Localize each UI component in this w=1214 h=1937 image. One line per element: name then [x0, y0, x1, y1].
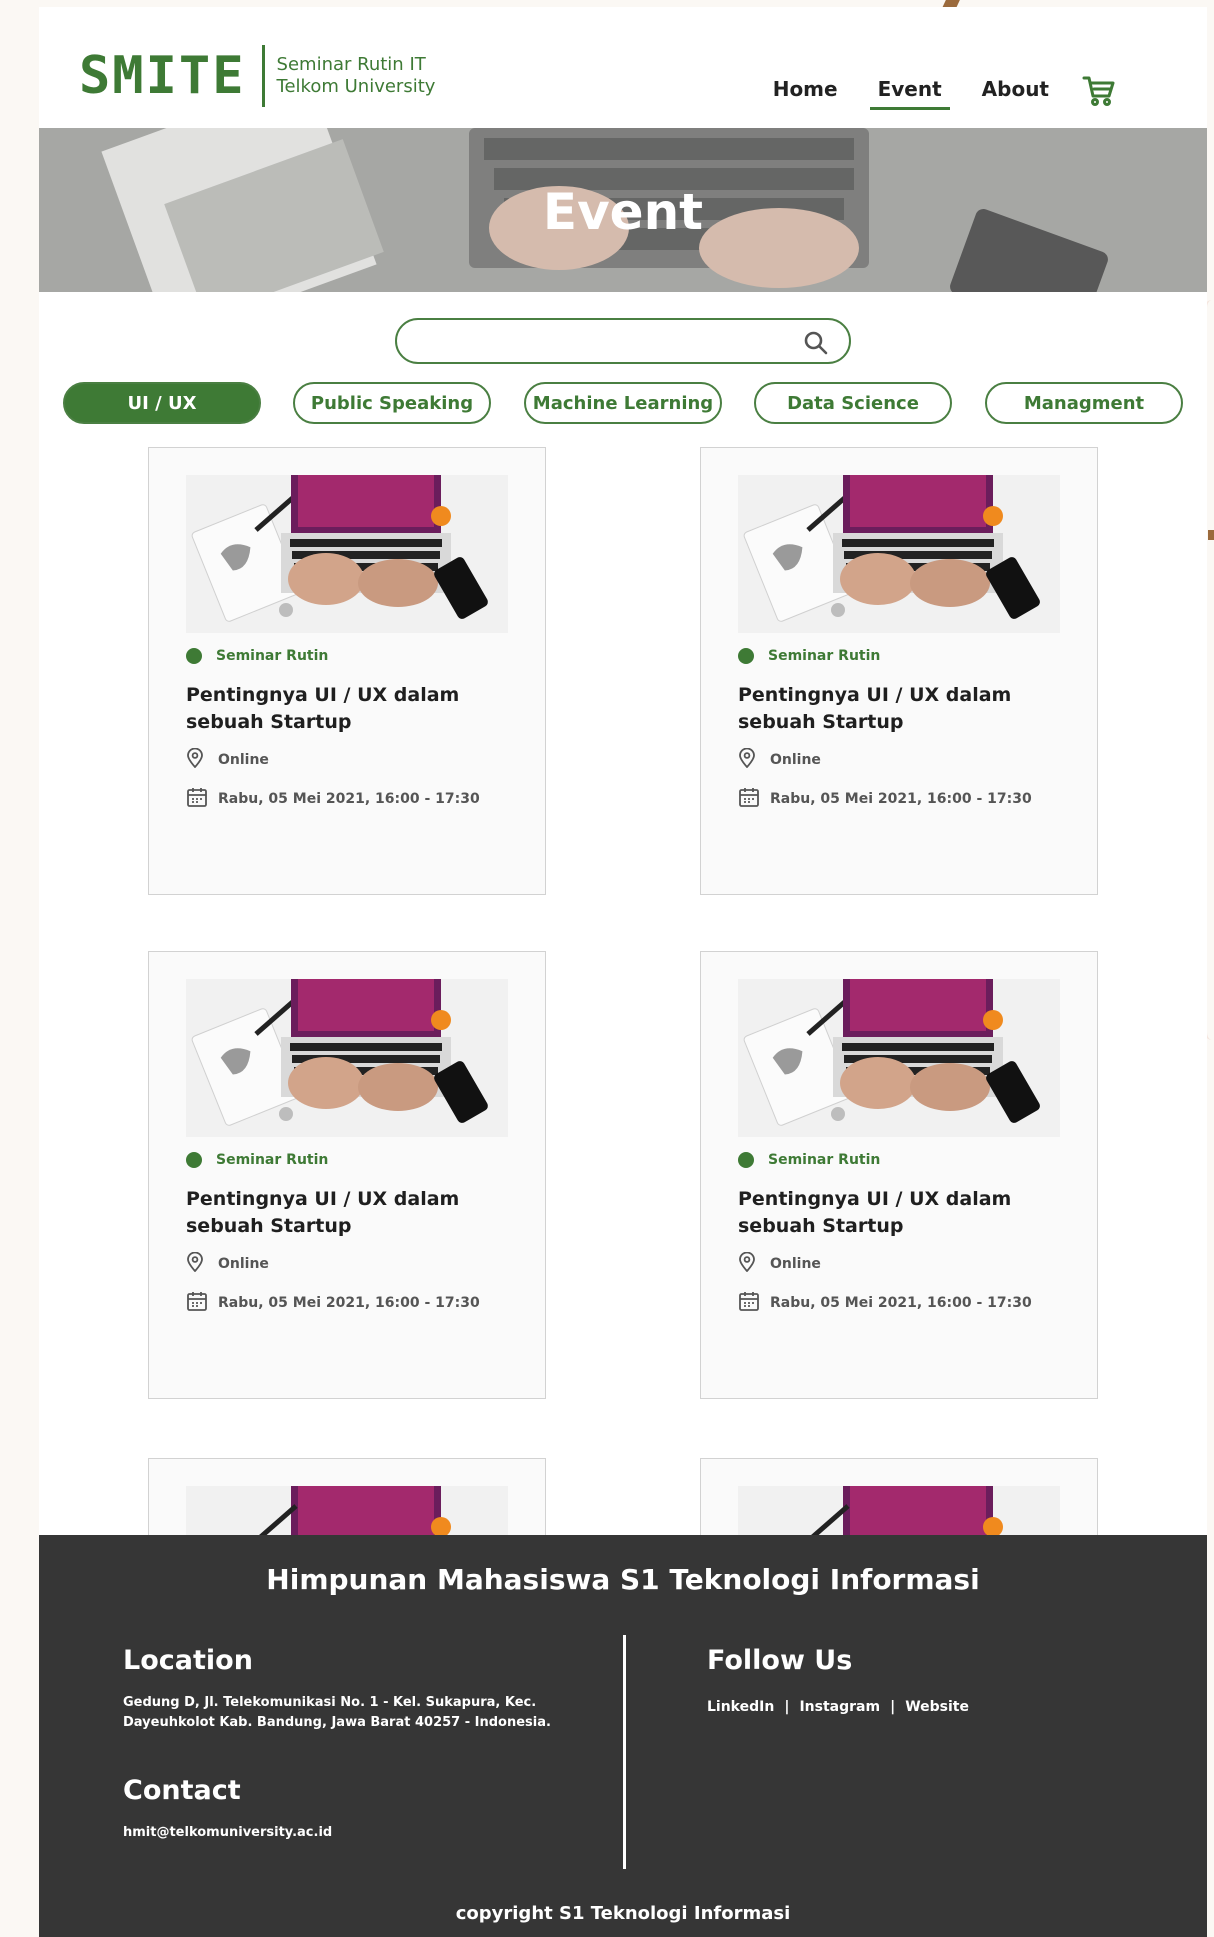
decorative-accent	[1208, 530, 1214, 540]
event-title[interactable]: Pentingnya UI / UX dalam sebuah Startup	[738, 682, 1038, 736]
event-card[interactable]: Seminar Rutin Pentingnya UI / UX dalam s…	[148, 447, 546, 895]
event-location-label: Online	[218, 1256, 269, 1272]
event-datetime-label: Rabu, 05 Mei 2021, 16:00 - 17:30	[770, 791, 1032, 807]
event-location: Online	[738, 1251, 821, 1276]
event-datetime: Rabu, 05 Mei 2021, 16:00 - 17:30	[186, 1291, 480, 1315]
event-datetime-label: Rabu, 05 Mei 2021, 16:00 - 17:30	[218, 791, 480, 807]
logo-subtitle-line: Telkom University	[276, 76, 436, 97]
event-datetime-label: Rabu, 05 Mei 2021, 16:00 - 17:30	[218, 1295, 480, 1311]
logo[interactable]: SMITE Seminar Rutin IT Telkom University	[79, 45, 435, 107]
calendar-icon	[186, 787, 208, 811]
event-title[interactable]: Pentingnya UI / UX dalam sebuah Startup	[738, 1186, 1038, 1240]
page: SMITE Seminar Rutin IT Telkom University…	[39, 7, 1207, 1937]
category-dot	[738, 1152, 754, 1168]
calendar-icon	[738, 1291, 760, 1315]
event-card[interactable]: Seminar Rutin Pentingnya UI / UX dalam s…	[148, 951, 546, 1399]
event-title-line: Pentingnya UI / UX dalam	[186, 1188, 460, 1210]
location-pin-icon	[186, 747, 204, 772]
event-category-label: Seminar Rutin	[216, 648, 329, 664]
logo-mark: SMITE	[79, 46, 246, 106]
contact-email[interactable]: hmit@telkomuniversity.ac.id	[123, 1823, 332, 1843]
logo-divider	[261, 45, 265, 107]
event-card[interactable]: Seminar Rutin Pentingnya UI / UX dalam s…	[700, 447, 1098, 895]
contact-heading: Contact	[123, 1775, 241, 1806]
search-icon[interactable]	[803, 330, 829, 356]
logo-subtitle-line: Seminar Rutin IT	[276, 54, 426, 76]
event-image	[738, 979, 1060, 1137]
event-title[interactable]: Pentingnya UI / UX dalam sebuah Startup	[186, 1186, 486, 1240]
category-data-science[interactable]: Data Science	[754, 382, 952, 424]
location-heading: Location	[123, 1645, 253, 1676]
location-pin-icon	[186, 1251, 204, 1276]
address-line: Gedung D, Jl. Telekomunikasi No. 1 - Kel…	[123, 1695, 537, 1710]
category-managment[interactable]: Managment	[985, 382, 1183, 424]
event-location-label: Online	[770, 1256, 821, 1272]
event-title-line: sebuah Startup	[186, 711, 352, 733]
event-location: Online	[738, 747, 821, 772]
address-line: Dayeuhkolot Kab. Bandung, Jawa Barat 402…	[123, 1715, 551, 1730]
event-card[interactable]: Seminar Rutin Pentingnya UI / UX dalam s…	[700, 951, 1098, 1399]
event-title-line: Pentingnya UI / UX dalam	[186, 684, 460, 706]
event-location-label: Online	[770, 752, 821, 768]
nav-home[interactable]: Home	[765, 77, 846, 110]
follow-heading: Follow Us	[707, 1645, 853, 1676]
location-pin-icon	[738, 747, 756, 772]
category-dot	[186, 648, 202, 664]
event-category: Seminar Rutin	[186, 1152, 328, 1168]
event-category-label: Seminar Rutin	[768, 1152, 881, 1168]
calendar-icon	[186, 1291, 208, 1315]
linkedin-link[interactable]: LinkedIn	[707, 1699, 774, 1715]
event-category-label: Seminar Rutin	[768, 648, 881, 664]
search-input[interactable]	[417, 328, 797, 356]
event-image	[186, 475, 508, 633]
event-title-line: sebuah Startup	[186, 1215, 352, 1237]
category-machine-learning[interactable]: Machine Learning	[524, 382, 722, 424]
event-title-line: sebuah Startup	[738, 711, 904, 733]
social-links: LinkedIn | Instagram | Website	[707, 1699, 969, 1715]
logo-subtitle: Seminar Rutin IT Telkom University	[277, 54, 436, 97]
hero-title: Event	[542, 183, 704, 241]
location-pin-icon	[738, 1251, 756, 1276]
event-title-line: sebuah Startup	[738, 1215, 904, 1237]
instagram-link[interactable]: Instagram	[799, 1699, 880, 1715]
event-category: Seminar Rutin	[186, 648, 328, 664]
nav-event[interactable]: Event	[869, 77, 950, 110]
footer-title: Himpunan Mahasiswa S1 Teknologi Informas…	[266, 1563, 980, 1596]
event-location-label: Online	[218, 752, 269, 768]
link-separator: |	[784, 1699, 790, 1715]
nav-about[interactable]: About	[974, 77, 1057, 110]
header: SMITE Seminar Rutin IT Telkom University…	[39, 7, 1207, 127]
event-image	[186, 979, 508, 1137]
event-title-line: Pentingnya UI / UX dalam	[738, 684, 1012, 706]
event-category: Seminar Rutin	[738, 648, 880, 664]
event-location: Online	[186, 747, 269, 772]
event-datetime: Rabu, 05 Mei 2021, 16:00 - 17:30	[186, 787, 480, 811]
footer-divider	[623, 1635, 626, 1869]
event-title[interactable]: Pentingnya UI / UX dalam sebuah Startup	[186, 682, 486, 736]
calendar-icon	[738, 787, 760, 811]
event-category-label: Seminar Rutin	[216, 1152, 329, 1168]
link-separator: |	[890, 1699, 896, 1715]
event-image	[738, 475, 1060, 633]
category-ui-ux[interactable]: UI / UX	[63, 382, 261, 424]
category-public-speaking[interactable]: Public Speaking	[293, 382, 491, 424]
event-category: Seminar Rutin	[738, 1152, 880, 1168]
hero-banner: Event	[39, 128, 1207, 292]
category-filters: UI / UX Public Speaking Machine Learning…	[63, 382, 1183, 424]
location-address: Gedung D, Jl. Telekomunikasi No. 1 - Kel…	[123, 1693, 551, 1733]
search-bar	[395, 318, 851, 364]
main-nav: Home Event About	[765, 77, 1057, 110]
website-link[interactable]: Website	[905, 1699, 969, 1715]
footer: Himpunan Mahasiswa S1 Teknologi Informas…	[39, 1535, 1207, 1937]
copyright: copyright S1 Teknologi Informasi	[455, 1903, 791, 1924]
event-datetime: Rabu, 05 Mei 2021, 16:00 - 17:30	[738, 787, 1032, 811]
cart-icon[interactable]	[1081, 73, 1117, 109]
category-dot	[738, 648, 754, 664]
event-datetime: Rabu, 05 Mei 2021, 16:00 - 17:30	[738, 1291, 1032, 1315]
category-dot	[186, 1152, 202, 1168]
event-location: Online	[186, 1251, 269, 1276]
event-datetime-label: Rabu, 05 Mei 2021, 16:00 - 17:30	[770, 1295, 1032, 1311]
event-title-line: Pentingnya UI / UX dalam	[738, 1188, 1012, 1210]
